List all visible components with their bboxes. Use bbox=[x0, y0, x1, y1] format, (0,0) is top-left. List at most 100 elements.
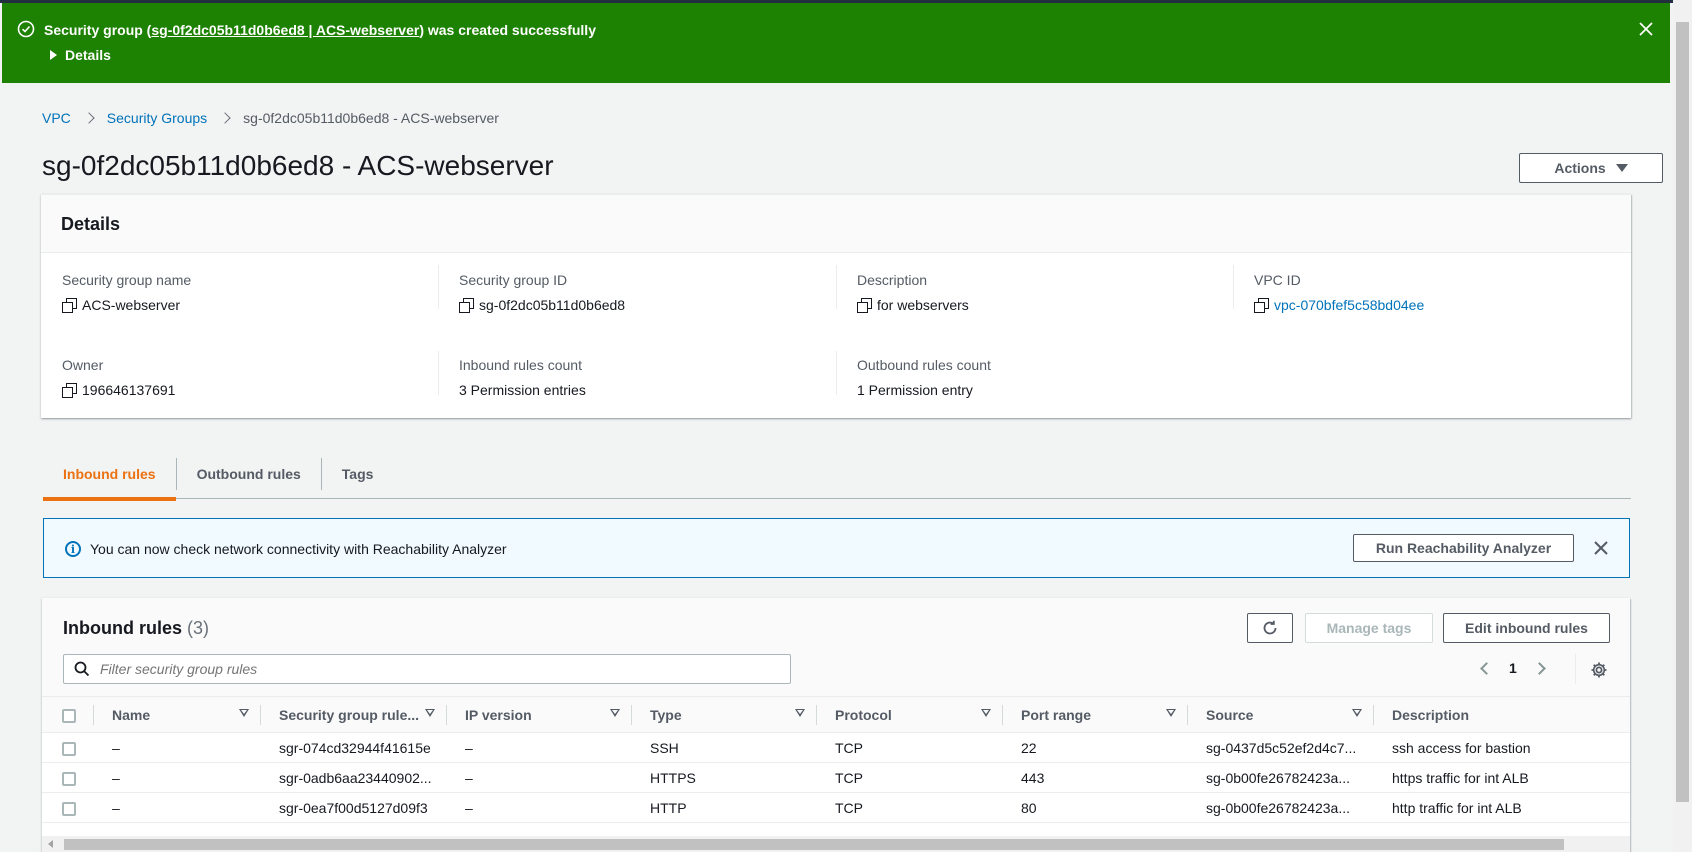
field-label: Security group ID bbox=[459, 272, 568, 288]
field-value: sg-0f2dc05b11d0b6ed8 bbox=[479, 297, 626, 313]
manage-tags-button[interactable]: Manage tags bbox=[1305, 613, 1433, 643]
copy-icon[interactable] bbox=[1254, 298, 1269, 313]
field-owner: Owner 196646137691 bbox=[62, 357, 175, 398]
sort-icon bbox=[981, 709, 991, 717]
refresh-icon bbox=[1263, 620, 1277, 635]
row-checkbox[interactable] bbox=[62, 801, 76, 816]
field-description: Description for webservers bbox=[857, 272, 969, 313]
cell-rule-id: sgr-0ea7f00d5127d09f3 bbox=[261, 792, 447, 823]
flash-message: Security group (sg-0f2dc05b11d0b6ed8 | A… bbox=[44, 22, 596, 38]
field-label: Security group name bbox=[62, 272, 192, 288]
table-header-row: Name Security group rule... IP version T… bbox=[42, 696, 1630, 733]
horizontal-scrollbar[interactable] bbox=[42, 836, 1630, 852]
field-outbound-count: Outbound rules count 1 Permission entry bbox=[857, 357, 991, 398]
sort-icon bbox=[795, 709, 805, 717]
table-row[interactable]: – sgr-0ea7f00d5127d09f3 – HTTP TCP 80 sg… bbox=[42, 792, 1630, 823]
cell-port-range: 443 bbox=[1003, 762, 1188, 793]
actions-button[interactable]: Actions bbox=[1519, 153, 1663, 183]
col-name[interactable]: Name bbox=[94, 696, 261, 733]
sort-icon bbox=[1352, 709, 1362, 717]
breadcrumb-security-groups[interactable]: Security Groups bbox=[107, 110, 207, 126]
sort-icon bbox=[239, 709, 249, 717]
divider bbox=[1233, 265, 1234, 309]
col-port-range[interactable]: Port range bbox=[1003, 696, 1188, 733]
vpc-id-link[interactable]: vpc-070bfef5c58bd04ee bbox=[1274, 297, 1424, 313]
pager-divider bbox=[1575, 654, 1576, 684]
table-row[interactable]: – sgr-0adb6aa23440902... – HTTPS TCP 443… bbox=[42, 762, 1630, 793]
cell-rule-id: sgr-0adb6aa23440902... bbox=[261, 762, 447, 793]
close-icon[interactable] bbox=[1636, 19, 1656, 39]
select-all-checkbox[interactable] bbox=[62, 708, 76, 723]
cell-protocol: TCP bbox=[817, 792, 1003, 823]
edit-inbound-rules-button[interactable]: Edit inbound rules bbox=[1443, 613, 1610, 643]
cell-ip-version: – bbox=[447, 732, 632, 763]
vertical-scrollbar-thumb[interactable] bbox=[1676, 22, 1689, 802]
run-reachability-analyzer-button[interactable]: Run Reachability Analyzer bbox=[1353, 534, 1574, 562]
cell-type: SSH bbox=[632, 732, 817, 763]
col-description[interactable]: Description bbox=[1374, 696, 1630, 733]
page-number[interactable]: 1 bbox=[1509, 660, 1517, 676]
field-label: VPC ID bbox=[1254, 272, 1301, 288]
gear-icon[interactable] bbox=[1590, 661, 1608, 679]
field-sg-name: Security group name ACS-webserver bbox=[62, 272, 191, 313]
close-icon[interactable] bbox=[1590, 537, 1612, 559]
col-rule-id[interactable]: Security group rule... bbox=[261, 696, 447, 733]
filter-input[interactable] bbox=[100, 661, 780, 677]
table-row[interactable]: – sgr-074cd32944f41615e – SSH TCP 22 sg-… bbox=[42, 732, 1630, 763]
field-value: 196646137691 bbox=[82, 382, 176, 398]
cell-source: sg-0437d5c52ef2d4c7... bbox=[1188, 732, 1374, 763]
cell-type: HTTP bbox=[632, 792, 817, 823]
col-label: Port range bbox=[1021, 706, 1092, 723]
cell-name: – bbox=[94, 762, 261, 793]
cell-name: – bbox=[94, 732, 261, 763]
breadcrumb-vpc[interactable]: VPC bbox=[42, 110, 71, 126]
col-type[interactable]: Type bbox=[632, 696, 817, 733]
divider bbox=[438, 351, 439, 395]
tab-outbound-rules[interactable]: Outbound rules bbox=[177, 449, 321, 499]
cell-description: ssh access for bastion bbox=[1374, 732, 1630, 763]
caret-right-icon bbox=[50, 50, 57, 60]
divider bbox=[836, 265, 837, 309]
chevron-right-icon bbox=[83, 112, 95, 124]
field-label: Outbound rules count bbox=[857, 357, 991, 373]
page-title: sg-0f2dc05b11d0b6ed8 - ACS-webserver bbox=[42, 150, 554, 181]
tab-inbound-rules[interactable]: Inbound rules bbox=[43, 449, 176, 501]
col-label: Description bbox=[1392, 706, 1470, 723]
copy-icon[interactable] bbox=[62, 383, 77, 398]
chevron-left-icon[interactable] bbox=[1480, 661, 1493, 675]
reachability-info-alert: i You can now check network connectivity… bbox=[43, 518, 1630, 578]
success-flash-banner: Security group (sg-0f2dc05b11d0b6ed8 | A… bbox=[2, 3, 1670, 83]
actions-label: Actions bbox=[1554, 160, 1606, 176]
cell-description: https traffic for int ALB bbox=[1374, 762, 1630, 793]
col-source[interactable]: Source bbox=[1188, 696, 1374, 733]
row-checkbox[interactable] bbox=[62, 771, 76, 786]
copy-icon[interactable] bbox=[62, 298, 77, 313]
inbound-rules-table: Name Security group rule... IP version T… bbox=[42, 696, 1630, 823]
row-checkbox[interactable] bbox=[62, 741, 76, 756]
flash-suffix: ) was created successfully bbox=[419, 22, 596, 38]
horizontal-scrollbar-thumb[interactable] bbox=[64, 839, 1564, 850]
col-label: Name bbox=[112, 706, 151, 723]
inbound-rules-title: Inbound rules (3) bbox=[63, 618, 209, 639]
field-label: Description bbox=[857, 272, 928, 288]
flash-prefix: Security group ( bbox=[44, 22, 152, 38]
field-inbound-count: Inbound rules count 3 Permission entries bbox=[459, 357, 586, 398]
scroll-left-arrow-icon[interactable] bbox=[48, 840, 53, 848]
filter-field[interactable] bbox=[63, 654, 791, 684]
field-vpc-id: VPC ID vpc-070bfef5c58bd04ee bbox=[1254, 272, 1424, 313]
field-value: 1 Permission entry bbox=[857, 382, 973, 398]
vertical-scrollbar[interactable] bbox=[1673, 0, 1692, 852]
refresh-button[interactable] bbox=[1247, 613, 1293, 643]
tab-tags[interactable]: Tags bbox=[322, 449, 394, 499]
pagination: 1 bbox=[1480, 660, 1546, 676]
col-protocol[interactable]: Protocol bbox=[817, 696, 1003, 733]
copy-icon[interactable] bbox=[857, 298, 872, 313]
col-ip-version[interactable]: IP version bbox=[447, 696, 632, 733]
copy-icon[interactable] bbox=[459, 298, 474, 313]
search-icon bbox=[74, 661, 90, 677]
field-value: for webservers bbox=[877, 297, 969, 313]
flash-sg-link[interactable]: sg-0f2dc05b11d0b6ed8 | ACS-webserver bbox=[151, 22, 419, 38]
flash-details-toggle[interactable]: Details bbox=[50, 47, 111, 63]
chevron-right-icon[interactable] bbox=[1532, 661, 1546, 675]
details-panel: Details Security group name ACS-webserve… bbox=[41, 194, 1631, 418]
